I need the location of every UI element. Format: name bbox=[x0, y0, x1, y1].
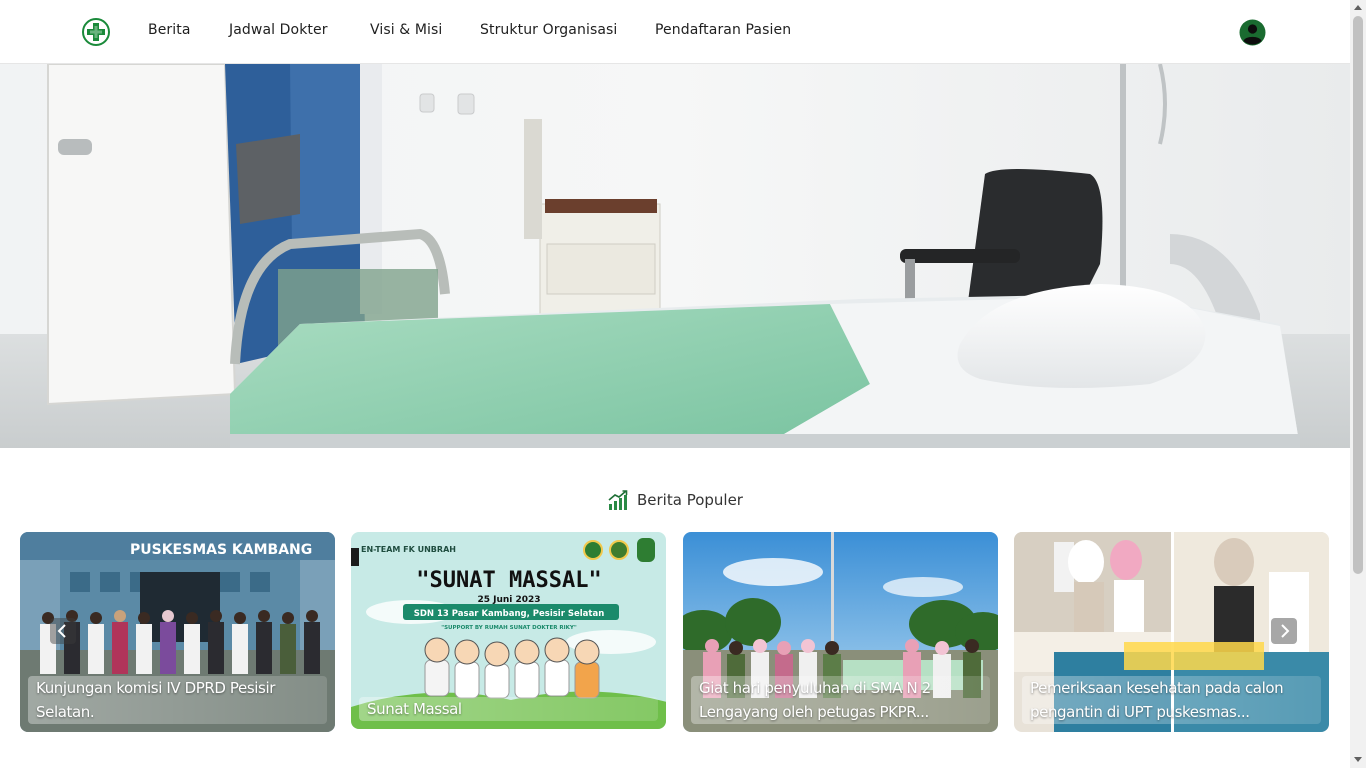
scroll-up-arrow-icon[interactable] bbox=[1354, 5, 1362, 10]
poster-support: "SUPPORT BY RUMAH SUNAT DOKTER RIKY" bbox=[441, 625, 577, 631]
nav-berita[interactable]: Berita bbox=[148, 22, 191, 38]
carousel-next-button[interactable] bbox=[1271, 618, 1297, 644]
chevron-left-icon bbox=[57, 624, 66, 638]
news-card-3[interactable]: Giat hari penyuluhan di SMA N 2 Lengayan… bbox=[683, 532, 998, 732]
section-title-text: Berita Populer bbox=[637, 491, 743, 509]
nav-pendaftaran-pasien[interactable]: Pendaftaran Pasien bbox=[655, 22, 791, 38]
scrollbar-thumb[interactable] bbox=[1353, 16, 1363, 574]
news-card-caption: Kunjungan komisi IV DPRD Pesisir Selatan… bbox=[28, 676, 327, 724]
hospital-room-photo bbox=[0, 64, 1350, 448]
carousel-prev-button[interactable] bbox=[50, 618, 76, 644]
news-card-caption: Giat hari penyuluhan di SMA N 2 Lengayan… bbox=[691, 676, 990, 724]
user-avatar-icon[interactable] bbox=[1239, 19, 1266, 46]
news-card-caption: Pemeriksaan kesehatan pada calon pengant… bbox=[1022, 676, 1321, 724]
nav-jadwal-dokter[interactable]: Jadwal Dokter bbox=[229, 22, 328, 38]
page-scrollbar[interactable] bbox=[1350, 0, 1366, 768]
trending-chart-icon bbox=[608, 490, 628, 510]
scroll-down-arrow-icon[interactable] bbox=[1354, 757, 1362, 762]
medical-cross-icon[interactable] bbox=[82, 18, 110, 46]
poster-location: SDN 13 Pasar Kambang, Pesisir Selatan bbox=[414, 609, 605, 619]
news-card-caption: Sunat Massal bbox=[359, 697, 658, 721]
nav-struktur-organisasi[interactable]: Struktur Organisasi bbox=[480, 22, 617, 38]
news-card-2[interactable]: EN-TEAM FK UNBRAH "SUNAT MASSAL" 25 Juni… bbox=[351, 532, 666, 729]
puskesmas-sign-text: PUSKESMAS KAMBANG bbox=[130, 542, 312, 558]
popular-news-heading: Berita Populer bbox=[0, 488, 1350, 512]
top-navbar: Berita Jadwal Dokter Visi & Misi Struktu… bbox=[0, 0, 1350, 64]
hero-banner bbox=[0, 64, 1350, 448]
nav-visi-misi[interactable]: Visi & Misi bbox=[370, 22, 442, 38]
chevron-right-icon bbox=[1281, 624, 1290, 638]
poster-date: 25 Juni 2023 bbox=[477, 595, 540, 605]
poster-headline: "SUNAT MASSAL" bbox=[416, 568, 601, 593]
poster-team-text: EN-TEAM FK UNBRAH bbox=[361, 545, 456, 554]
